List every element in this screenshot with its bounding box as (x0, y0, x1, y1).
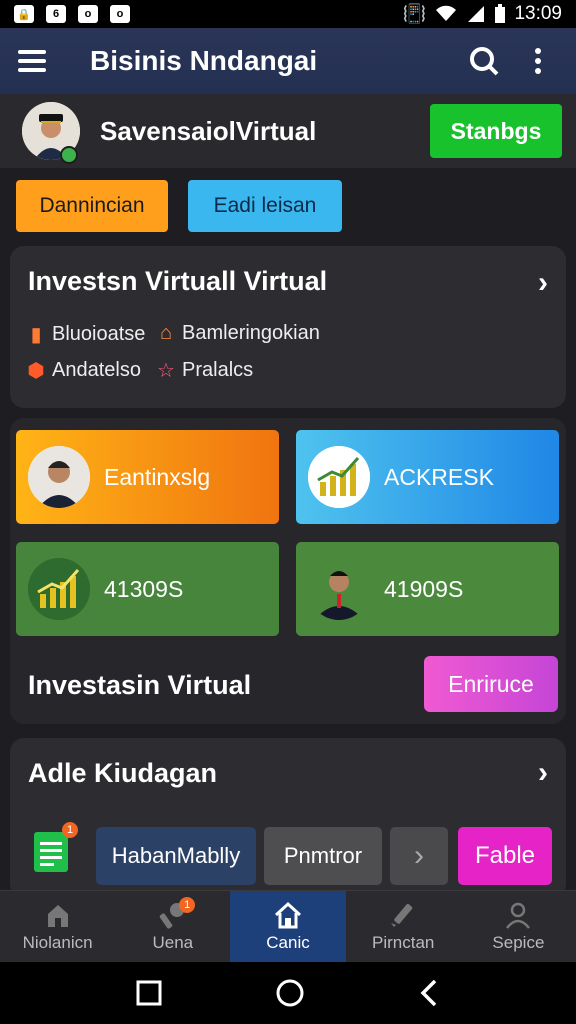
document-icon: ▮ (30, 324, 42, 346)
card-title: Investsn Virtuall Virtual (28, 266, 328, 296)
notification-badge: 1 (179, 897, 196, 913)
menu-icon[interactable] (18, 50, 46, 72)
enroll-button[interactable]: Enriruce (424, 656, 558, 712)
hexagon-icon: ⬢ (27, 360, 45, 382)
app-title: Bisinis Nndangai (90, 45, 318, 76)
star-icon: ☆ (157, 360, 175, 382)
pill-button[interactable]: Pnmtror (264, 827, 382, 885)
notification-icon: o (78, 5, 98, 23)
nav-item-canic[interactable]: Canic (230, 891, 346, 962)
profile-row: SavensaiolVirtual Stanbgs (0, 94, 576, 168)
status-time: 13:09 (514, 3, 562, 24)
tiles-card: Eantinxslg ACKRESK 41309S 41909S Investa… (10, 418, 566, 724)
tag-label: Bamleringokian (182, 322, 320, 344)
nav-item-sepice[interactable]: Sepice (461, 891, 576, 962)
vibrate-icon: 📳 (402, 4, 427, 25)
back-icon[interactable] (418, 978, 440, 1008)
tile-item[interactable]: 41309S (16, 542, 279, 636)
more-vert-icon[interactable] (518, 41, 558, 81)
growth-chart-icon (308, 446, 370, 508)
settings-button[interactable]: Stanbgs (430, 104, 562, 158)
notification-icon: 6 (46, 5, 66, 23)
tag-label: Pralalcs (182, 359, 254, 381)
chevron-right-icon[interactable]: › (538, 756, 548, 790)
tile-item[interactable]: Eantinxslg (16, 430, 279, 524)
card-title: Adle Kiudagan (28, 758, 218, 788)
tag-item[interactable]: ⌂ Bamleringokian (156, 322, 320, 345)
nav-label: Canic (266, 932, 310, 952)
home-circle-icon[interactable] (275, 978, 305, 1008)
tile-value: 41309S (104, 575, 184, 602)
online-status-icon (60, 146, 78, 164)
nav-label: Niolanicn (22, 932, 93, 952)
bottom-nav: Niolanicn 1 Uena Canic Pirnctan Sepice (0, 890, 576, 962)
chip-row: Dannincian Eadi leisan (16, 180, 342, 232)
signal-icon (468, 6, 485, 22)
nav-item-uena[interactable]: 1 Uena (115, 891, 230, 962)
battery-icon (495, 4, 506, 23)
tile-item[interactable]: ACKRESK (296, 430, 559, 524)
profile-name: SavensaiolVirtual (100, 115, 317, 146)
nav-label: Sepice (492, 932, 545, 952)
section-label: Investasin Virtual (28, 670, 252, 700)
notification-icon: o (110, 5, 130, 23)
adle-card[interactable]: Adle Kiudagan › 1 HabanMablly Pnmtror › … (10, 738, 566, 898)
lock-icon: 🔒 (14, 5, 34, 23)
tile-item[interactable]: 41909S (296, 542, 559, 636)
tag-label: Andatelso (52, 359, 141, 381)
chevron-right-icon[interactable]: › (538, 266, 548, 300)
nav-label: Pirnctan (372, 932, 435, 952)
tile-label: ACKRESK (384, 463, 494, 490)
nav-item-niolanicn[interactable]: Niolanicn (0, 891, 115, 962)
recent-apps-icon[interactable] (136, 980, 162, 1006)
growth-chart-icon (28, 558, 90, 620)
wifi-icon (436, 5, 457, 21)
table-button[interactable]: Fable (458, 827, 552, 885)
tile-label: Eantinxslg (104, 463, 211, 490)
tile-value: 41909S (384, 575, 464, 602)
chip-blue[interactable]: Eadi leisan (188, 180, 342, 232)
search-icon[interactable] (464, 41, 504, 81)
nav-item-pirnctan[interactable]: Pirnctan (346, 891, 461, 962)
person-avatar-icon (308, 558, 370, 620)
home-icon (274, 901, 302, 928)
next-button[interactable]: › (390, 827, 448, 885)
pen-icon (391, 903, 413, 927)
home-icon: ⌂ (159, 322, 173, 344)
app-bar: Bisinis Nndangai (0, 28, 576, 94)
pill-button[interactable]: HabanMablly (96, 827, 256, 885)
notification-badge: 1 (62, 822, 78, 838)
person-avatar-icon (28, 446, 90, 508)
nav-label: Uena (152, 932, 194, 952)
tag-item[interactable]: ▮ Bluoioatse (26, 322, 145, 347)
chip-orange[interactable]: Dannincian (16, 180, 168, 232)
tag-label: Bluoioatse (52, 323, 146, 345)
status-bar: 🔒 6 o o 📳 13:09 (0, 0, 576, 28)
person-icon (506, 902, 531, 929)
investment-card[interactable]: Investsn Virtuall Virtual › ▮ Bluoioatse… (10, 246, 566, 408)
tag-item[interactable]: ⬢ Andatelso (26, 358, 141, 383)
house-icon (47, 904, 68, 927)
system-nav-bar (0, 962, 576, 1024)
tag-item[interactable]: ☆ Pralalcs (156, 358, 253, 383)
